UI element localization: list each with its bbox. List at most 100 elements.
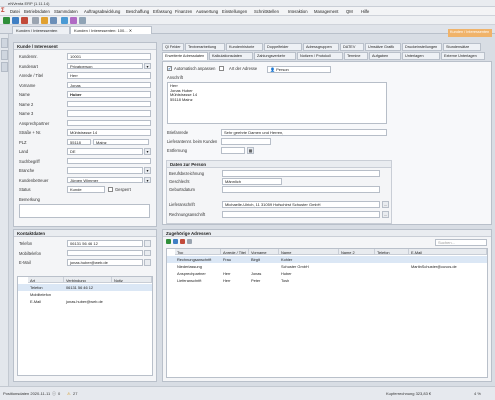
ort-field[interactable]: Mainz — [93, 138, 149, 145]
auto-adjust-checkbox[interactable] — [167, 66, 172, 71]
entfernung-field[interactable] — [221, 147, 245, 154]
branche-field[interactable] — [67, 167, 143, 174]
kundenbetreuer-field[interactable]: Jürgen Wimmer — [67, 176, 143, 183]
doc-tab-kunden[interactable]: Kunden / Interessenten — [12, 26, 70, 34]
auto-adjust-checkbox-2[interactable] — [219, 66, 224, 71]
address-type-select[interactable]: 👤 Person — [267, 66, 331, 73]
tab-notizen-protokoll[interactable]: Notizen / Protokoll — [297, 52, 343, 60]
phone-icon[interactable] — [144, 240, 151, 247]
tab-adressgruppen[interactable]: Adressgruppen — [303, 43, 339, 51]
column-header-anrede-titel[interactable]: Anrede / Titel — [221, 249, 249, 255]
mail-icon[interactable] — [70, 17, 77, 24]
settings-icon[interactable] — [79, 17, 86, 24]
tab-druckeinstellungen[interactable]: Druckeinstellungen — [402, 43, 442, 51]
anrede-titel-field[interactable]: Herr — [67, 72, 151, 79]
delete-icon[interactable] — [180, 239, 185, 244]
table-row[interactable]: E-Mail jonas.huber@web.de — [18, 298, 152, 305]
column-header-e-mail[interactable]: E-Mail — [409, 249, 487, 255]
folder-icon[interactable] — [41, 17, 48, 24]
menu-stammdaten[interactable]: Stammdaten — [54, 9, 78, 14]
menu-datei[interactable]: Datei — [10, 9, 20, 14]
plz-field[interactable]: 55118 — [67, 138, 91, 145]
tab-ums-tze-grafik[interactable]: Umsätze Grafik — [365, 43, 401, 51]
phone-icon[interactable] — [144, 259, 151, 266]
menu-auswertung[interactable]: Auswertung — [196, 9, 218, 14]
add-icon[interactable] — [166, 239, 171, 244]
gesperrt-checkbox[interactable] — [108, 187, 113, 192]
status-select[interactable]: Kunde — [67, 186, 105, 193]
ansprechpartner-field[interactable] — [67, 119, 151, 126]
kundenart-field[interactable]: Privatperson — [67, 62, 143, 69]
menu-finanzen[interactable]: Finanzen — [175, 9, 192, 14]
telefon-field[interactable]: 06131 56 46 12 — [67, 240, 143, 247]
sidebar-nav-icon[interactable] — [1, 50, 8, 60]
tab-ql-felder[interactable]: Ql Felder — [162, 43, 184, 51]
tab-unterlagen[interactable]: Unterlagen — [402, 52, 440, 60]
dropdown-icon[interactable]: ▾ — [144, 176, 151, 183]
column-header-name[interactable]: Name — [279, 249, 339, 255]
column-header-art[interactable]: Art — [28, 277, 64, 283]
lieferantennr-field[interactable] — [221, 138, 271, 145]
refresh-icon[interactable] — [61, 17, 68, 24]
rechnung-search-icon[interactable]: … — [382, 211, 389, 218]
dropdown-icon[interactable]: ▾ — [144, 167, 151, 174]
column-header-typ[interactable]: Typ — [175, 249, 221, 255]
geburtsdatum-field[interactable] — [222, 186, 380, 193]
menu-auftragsabwicklung[interactable]: Auftragsabwicklung — [84, 9, 120, 14]
briefanrede-field[interactable]: Sehr geehrte Damen und Herren, — [221, 129, 387, 136]
column-header-name-2[interactable]: Name 2 — [339, 249, 375, 255]
kundennr-field[interactable]: 10001 — [67, 53, 151, 60]
export-icon[interactable] — [187, 239, 192, 244]
doc-tab-kunde-detail[interactable]: Kunden / Interessenten: 100... ✕ — [70, 26, 152, 34]
table-row[interactable]: Rechnungsanschrift Frau Birgit Kohler — [167, 256, 487, 263]
new-icon[interactable] — [3, 17, 10, 24]
edit-icon[interactable] — [173, 239, 178, 244]
stra-e-nr-field[interactable]: Mühlstrasse 14 — [67, 129, 151, 136]
dropdown-icon[interactable]: ▾ — [144, 148, 151, 155]
calculator-icon[interactable]: ▦ — [247, 147, 254, 154]
tab-kalkulationsdaten[interactable]: Kalkulationsdaten — [209, 52, 253, 60]
rechnung-field[interactable] — [222, 211, 380, 218]
close-icon[interactable]: ✕ — [129, 28, 132, 33]
sidebar-nav-icon[interactable] — [1, 62, 8, 72]
table-row[interactable]: Telefon 06131 56 46 12 — [18, 284, 152, 291]
name-3-field[interactable] — [67, 110, 151, 117]
tab-termine[interactable]: Termine — [344, 52, 368, 60]
geschlecht-field[interactable]: Männlich — [222, 178, 282, 185]
menu-betriebsdaten[interactable]: Betriebsdaten — [24, 9, 50, 14]
tab-doppelfelder[interactable]: Doppelfelder — [264, 43, 302, 51]
menu-management[interactable]: Management — [314, 9, 338, 14]
print-icon[interactable] — [50, 17, 57, 24]
menu-hilfe[interactable]: Hilfe — [361, 9, 369, 14]
menu-schnittstellen[interactable]: Schnittstellen — [254, 9, 279, 14]
dropdown-icon[interactable]: ▾ — [144, 62, 151, 69]
menu-einstellungen[interactable]: Einstellungen — [222, 9, 247, 14]
save-icon[interactable] — [12, 17, 19, 24]
tab-textverarbeitung[interactable]: Textverarbeitung — [185, 43, 225, 51]
search-icon[interactable] — [32, 17, 39, 24]
name-field[interactable]: Huber — [67, 91, 151, 98]
table-row[interactable]: Niederlassung Schuster GmbH MartinSchuster… — [167, 263, 487, 270]
tab-kundenhistorie[interactable]: Kundenhistorie — [226, 43, 263, 51]
tab-zahlungsverkehr[interactable]: Zahlungsverkehr — [254, 52, 296, 60]
e-mail-field[interactable]: jonas.huber@web.de — [67, 259, 143, 266]
table-row[interactable]: Lieferanschrift Herr Peter Tosh — [167, 277, 487, 284]
tab-erweiterte-adressdaten[interactable]: Erweiterte Adressdaten — [162, 52, 208, 60]
column-header-vorname[interactable]: Vorname — [249, 249, 279, 255]
land-field[interactable]: DE — [67, 148, 143, 155]
bemerkung-field[interactable] — [19, 203, 150, 218]
column-header-verbindung[interactable]: Verbindung — [64, 277, 112, 283]
phone-icon[interactable] — [144, 249, 151, 256]
tab-externe-unterlagen[interactable]: Externe Unterlagen — [441, 52, 485, 60]
mobiltelefon-field[interactable] — [67, 249, 143, 256]
search-input[interactable]: Suchen... — [435, 239, 487, 246]
menu-interaktion[interactable]: Interaktion — [288, 9, 308, 14]
column-header-notiz[interactable]: Notiz — [112, 277, 152, 283]
suchbegriff-field[interactable] — [67, 157, 151, 164]
tab-stundens-tze[interactable]: Stundensätze — [443, 43, 481, 51]
delete-icon[interactable] — [21, 17, 28, 24]
menu-erfassung[interactable]: Erfassung — [153, 9, 172, 14]
lieferanschrift-field[interactable]: Michaelle-Ulrich, 11 31059 Hofschirst Sc… — [222, 201, 380, 208]
menu-beschaffung[interactable]: Beschaffung — [126, 9, 149, 14]
column-header-telefon[interactable]: Telefon — [375, 249, 409, 255]
